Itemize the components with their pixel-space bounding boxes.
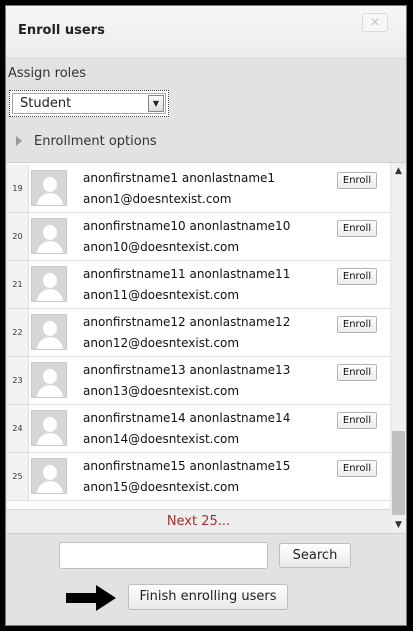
user-list-rows: 19 anonfirstname1 anonlastname1 anon1@does… — [7, 163, 390, 533]
enroll-button[interactable]: Enroll — [337, 412, 377, 429]
user-avatar-icon — [31, 218, 67, 254]
triangle-right-icon — [16, 136, 22, 146]
user-name: anonfirstname12 anonlastname12 — [83, 315, 291, 329]
user-name: anonfirstname14 anonlastname14 — [83, 411, 291, 425]
enrollment-options-label: Enrollment options — [34, 134, 157, 149]
dialog-header: Enroll users × — [6, 6, 406, 59]
user-email: anon12@doesntexist.com — [83, 336, 240, 350]
scroll-up-icon[interactable]: ▲ — [391, 163, 406, 179]
table-row: 25 anonfirstname15 anonlastname15 anon15@d… — [7, 453, 390, 501]
row-number: 20 — [7, 213, 29, 260]
row-number: 19 — [7, 165, 29, 212]
enroll-button[interactable]: Enroll — [337, 268, 377, 285]
row-number: 22 — [7, 309, 29, 356]
table-row: 21 anonfirstname11 anonlastname11 anon11@d… — [7, 261, 390, 309]
user-avatar-icon — [31, 410, 67, 446]
user-name: anonfirstname15 anonlastname15 — [83, 459, 291, 473]
user-email: anon13@doesntexist.com — [83, 384, 240, 398]
search-button[interactable]: Search — [279, 543, 351, 568]
table-row: 22 anonfirstname12 anonlastname12 anon12@d… — [7, 309, 390, 357]
table-row: 19 anonfirstname1 anonlastname1 anon1@does… — [7, 165, 390, 213]
table-row: 24 anonfirstname14 anonlastname14 anon14@d… — [7, 405, 390, 453]
table-row: 20 anonfirstname10 anonlastname10 anon10@d… — [7, 213, 390, 261]
user-avatar-icon — [31, 266, 67, 302]
row-number: 21 — [7, 261, 29, 308]
table-row: 23 anonfirstname13 anonlastname13 anon13@d… — [7, 357, 390, 405]
enroll-button[interactable]: Enroll — [337, 460, 377, 477]
user-email: anon10@doesntexist.com — [83, 240, 240, 254]
enroll-button[interactable]: Enroll — [337, 220, 377, 237]
enroll-button[interactable]: Enroll — [337, 172, 377, 189]
user-name: anonfirstname11 anonlastname11 — [83, 267, 291, 281]
arrow-right-icon — [66, 585, 116, 611]
user-list: 19 anonfirstname1 anonlastname1 anon1@does… — [7, 162, 406, 534]
user-name: anonfirstname13 anonlastname13 — [83, 363, 291, 377]
scrollbar[interactable]: ▲ ▼ — [390, 163, 406, 533]
finish-enrolling-button[interactable]: Finish enrolling users — [128, 584, 288, 610]
user-email: anon14@doesntexist.com — [83, 432, 240, 446]
user-avatar-icon — [31, 314, 67, 350]
scrollbar-thumb[interactable] — [392, 431, 405, 515]
row-number: 25 — [7, 453, 29, 500]
role-select-value: Student — [20, 96, 72, 111]
role-select[interactable]: Student ▼ — [9, 90, 169, 117]
row-number: 24 — [7, 405, 29, 452]
enroll-button[interactable]: Enroll — [337, 364, 377, 381]
user-name: anonfirstname10 anonlastname10 — [83, 219, 291, 233]
user-email: anon1@doesntexist.com — [83, 192, 232, 206]
assign-roles-label: Assign roles — [8, 66, 87, 81]
user-avatar-icon — [31, 458, 67, 494]
enroll-button[interactable]: Enroll — [337, 316, 377, 333]
close-icon: × — [369, 15, 381, 30]
enroll-users-dialog: Enroll users × Assign roles Student ▼ En… — [5, 5, 407, 626]
user-email: anon15@doesntexist.com — [83, 480, 240, 494]
user-email: anon11@doesntexist.com — [83, 288, 240, 302]
chevron-down-icon[interactable]: ▼ — [148, 95, 164, 112]
next-page-link[interactable]: Next 25... — [7, 509, 390, 533]
user-avatar-icon — [31, 170, 67, 206]
search-input[interactable] — [59, 542, 268, 569]
scroll-down-icon[interactable]: ▼ — [391, 517, 406, 533]
row-number: 23 — [7, 357, 29, 404]
close-button[interactable]: × — [362, 13, 388, 32]
user-name: anonfirstname1 anonlastname1 — [83, 171, 276, 185]
user-avatar-icon — [31, 362, 67, 398]
dialog-title: Enroll users — [18, 23, 105, 38]
enrollment-options-toggle[interactable]: Enrollment options — [16, 134, 157, 154]
